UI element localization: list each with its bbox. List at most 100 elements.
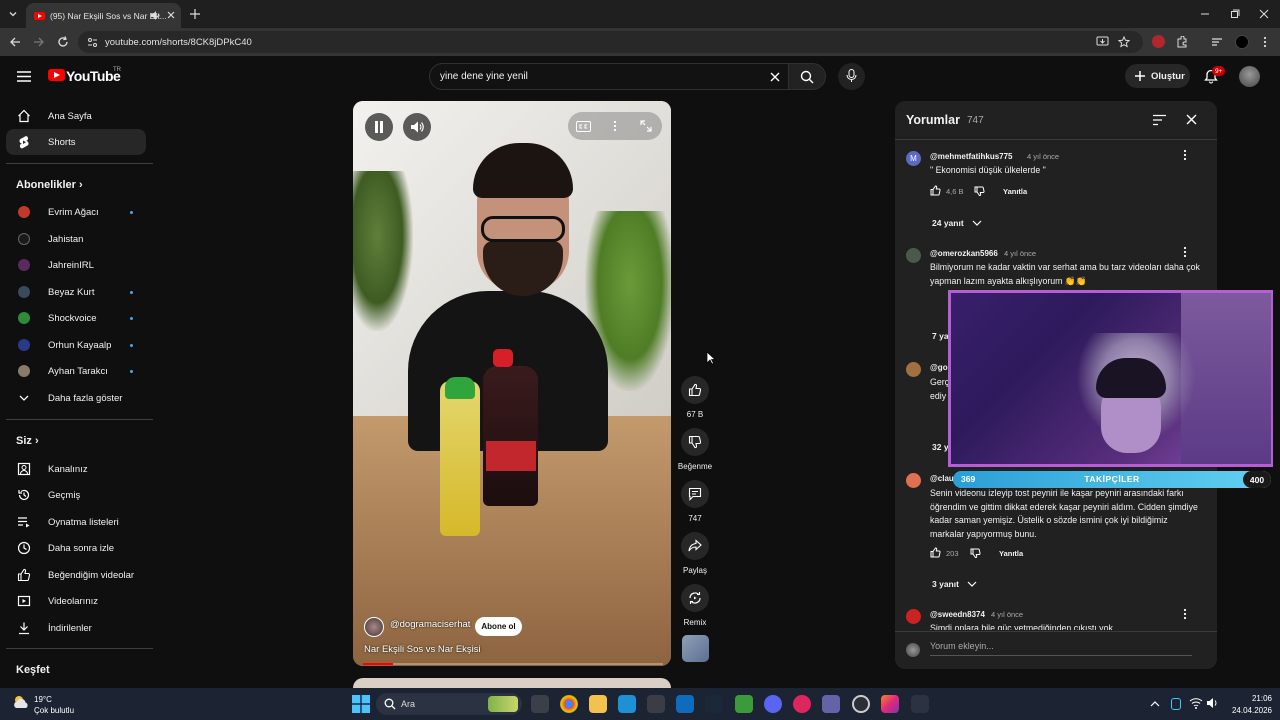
site-info-icon[interactable] bbox=[87, 37, 98, 48]
comment-more-icon[interactable] bbox=[1183, 608, 1187, 620]
new-tab-icon[interactable] bbox=[189, 8, 201, 20]
channel-name[interactable]: @dogramaciserhat bbox=[390, 619, 470, 630]
sidebar-subscription-evrim-agaci[interactable]: Evrim Ağacı bbox=[6, 199, 146, 225]
weather-temperature[interactable]: 19°C bbox=[34, 695, 52, 704]
window-minimize-icon[interactable] bbox=[1200, 9, 1210, 19]
account-avatar[interactable] bbox=[1239, 66, 1260, 87]
back-icon[interactable] bbox=[9, 36, 21, 48]
media-taskbar-icon[interactable] bbox=[793, 695, 811, 713]
extensions-puzzle-icon[interactable] bbox=[1176, 36, 1188, 48]
channel-avatar[interactable] bbox=[364, 617, 384, 637]
browser-tab-active[interactable]: (95) Nar Ekşili Sos vs Nar Ek... bbox=[26, 3, 181, 28]
comment-author[interactable]: @mehmetfatihkus775 bbox=[930, 152, 1013, 161]
comment-more-icon[interactable] bbox=[1183, 246, 1187, 258]
sidebar-item-shorts[interactable]: Shorts bbox=[6, 129, 146, 155]
comment-reply-button[interactable]: Yanıtla bbox=[1003, 187, 1027, 196]
comment-dislike-icon[interactable] bbox=[970, 548, 981, 559]
sidebar-subscription-shockvoice[interactable]: Shockvoice bbox=[6, 305, 146, 331]
short-title[interactable]: Nar Ekşili Sos vs Nar Ekşisi bbox=[364, 644, 481, 655]
comment-input[interactable]: Yorum ekleyin... bbox=[930, 641, 1192, 656]
file-explorer-icon[interactable] bbox=[589, 695, 607, 713]
app-taskbar-icon[interactable] bbox=[618, 695, 636, 713]
comment-avatar[interactable] bbox=[906, 362, 921, 377]
comment-reply-button[interactable]: Yanıtla bbox=[999, 549, 1023, 558]
comment-avatar[interactable]: M bbox=[906, 151, 921, 166]
sidebar-item-playlists[interactable]: Oynatma listeleri bbox=[6, 509, 146, 535]
obs-taskbar-icon[interactable] bbox=[852, 695, 870, 713]
address-bar[interactable]: youtube.com/shorts/8CK8jDPkC40 bbox=[78, 31, 1143, 53]
tab-audio-icon[interactable] bbox=[150, 10, 161, 21]
sidebar-item-downloads[interactable]: İndirilenler bbox=[6, 615, 146, 641]
window-close-icon[interactable] bbox=[1259, 9, 1269, 19]
comment-author[interactable]: @sweedn8374 bbox=[930, 610, 985, 619]
captions-icon[interactable] bbox=[576, 121, 591, 132]
bookmark-star-icon[interactable] bbox=[1118, 36, 1130, 48]
tray-chevron-up-icon[interactable] bbox=[1150, 700, 1160, 708]
sidebar-subscription-jahistan[interactable]: Jahistan bbox=[6, 226, 146, 252]
subscribe-button[interactable]: Abone ol bbox=[475, 617, 522, 636]
chrome-taskbar-icon[interactable] bbox=[560, 695, 578, 713]
sound-thumbnail[interactable] bbox=[682, 635, 709, 662]
taskbar-search[interactable]: Ara bbox=[376, 693, 522, 715]
speaker-icon[interactable] bbox=[1206, 697, 1220, 709]
close-comments-icon[interactable] bbox=[1186, 114, 1197, 125]
sidebar-item-your-videos[interactable]: Videolarınız bbox=[6, 588, 146, 614]
forward-icon[interactable] bbox=[33, 36, 45, 48]
player-more-icon[interactable] bbox=[613, 120, 617, 132]
steam-taskbar-icon[interactable] bbox=[705, 695, 723, 713]
sidebar-subscription-orhun-kayaalp[interactable]: Orhun Kayaalp bbox=[6, 332, 146, 358]
remix-button[interactable] bbox=[681, 584, 709, 612]
sidebar-subscription-jahreinirl[interactable]: JahreinIRL bbox=[6, 252, 146, 278]
comment-author[interactable]: @go bbox=[930, 363, 948, 372]
teams-taskbar-icon[interactable] bbox=[822, 695, 840, 713]
comment-replies-toggle[interactable]: 3 yanıt bbox=[932, 579, 959, 589]
clear-search-icon[interactable] bbox=[770, 72, 780, 82]
pause-button[interactable] bbox=[365, 113, 393, 141]
weather-description[interactable]: Çok bulutlu bbox=[34, 706, 74, 715]
comment-avatar[interactable] bbox=[906, 609, 921, 624]
comment-more-icon[interactable] bbox=[1183, 149, 1187, 161]
comment-author[interactable]: @omerozkan5966 bbox=[930, 249, 998, 258]
mic-tray-icon[interactable] bbox=[1171, 698, 1181, 710]
install-app-icon[interactable] bbox=[1096, 36, 1109, 48]
subscriptions-heading[interactable]: Abonelikler › bbox=[16, 179, 83, 191]
sidebar-subscription-beyaz-kurt[interactable]: Beyaz Kurt bbox=[6, 279, 146, 305]
comment-replies-toggle[interactable]: 32 y bbox=[932, 442, 949, 452]
comment-avatar[interactable] bbox=[906, 248, 921, 263]
search-button[interactable] bbox=[788, 63, 826, 90]
sidebar-show-more[interactable]: Daha fazla göster bbox=[6, 385, 146, 411]
tab-list-chevron-icon[interactable] bbox=[7, 8, 19, 20]
browser-menu-icon[interactable] bbox=[1261, 36, 1269, 48]
clock-date[interactable]: 24.04.2026 bbox=[1226, 706, 1272, 715]
search-input[interactable]: yine dene yine yenil bbox=[429, 63, 789, 90]
sort-icon[interactable] bbox=[1153, 114, 1166, 126]
you-heading[interactable]: Siz › bbox=[16, 435, 39, 447]
sidebar-item-your-channel[interactable]: Kanalınız bbox=[6, 456, 146, 482]
youtube-logo-icon[interactable] bbox=[48, 69, 65, 81]
weather-cloud-icon[interactable] bbox=[11, 694, 31, 710]
tab-close-icon[interactable] bbox=[166, 10, 176, 20]
like-button[interactable] bbox=[681, 376, 709, 404]
sidebar-subscription-ayhan-tarakci[interactable]: Ayhan Tarakcı bbox=[6, 358, 146, 384]
comment-like-icon[interactable] bbox=[930, 185, 941, 196]
instagram-taskbar-icon[interactable] bbox=[881, 695, 899, 713]
comments-button[interactable] bbox=[681, 480, 709, 508]
expand-icon[interactable] bbox=[640, 120, 652, 132]
app2-taskbar-icon[interactable] bbox=[911, 695, 929, 713]
comment-replies-toggle[interactable]: 24 yanıt bbox=[932, 218, 964, 228]
hamburger-menu-icon[interactable] bbox=[17, 71, 31, 82]
dislike-button[interactable] bbox=[681, 428, 709, 456]
wifi-icon[interactable] bbox=[1189, 697, 1203, 709]
share-button[interactable] bbox=[681, 532, 709, 560]
comment-author[interactable]: @clau bbox=[930, 474, 954, 483]
create-button[interactable]: Oluştur bbox=[1125, 64, 1190, 88]
sidebar-item-home[interactable]: Ana Sayfa bbox=[6, 103, 146, 129]
voice-search-button[interactable] bbox=[838, 63, 865, 90]
extension-icon[interactable] bbox=[1152, 35, 1165, 48]
discord-taskbar-icon[interactable] bbox=[764, 695, 782, 713]
profile-avatar[interactable] bbox=[1235, 35, 1249, 49]
comment-avatar[interactable] bbox=[906, 473, 921, 488]
window-restore-icon[interactable] bbox=[1230, 9, 1240, 19]
clock-time[interactable]: 21:06 bbox=[1234, 694, 1272, 703]
video-progress-bar[interactable] bbox=[363, 663, 663, 665]
